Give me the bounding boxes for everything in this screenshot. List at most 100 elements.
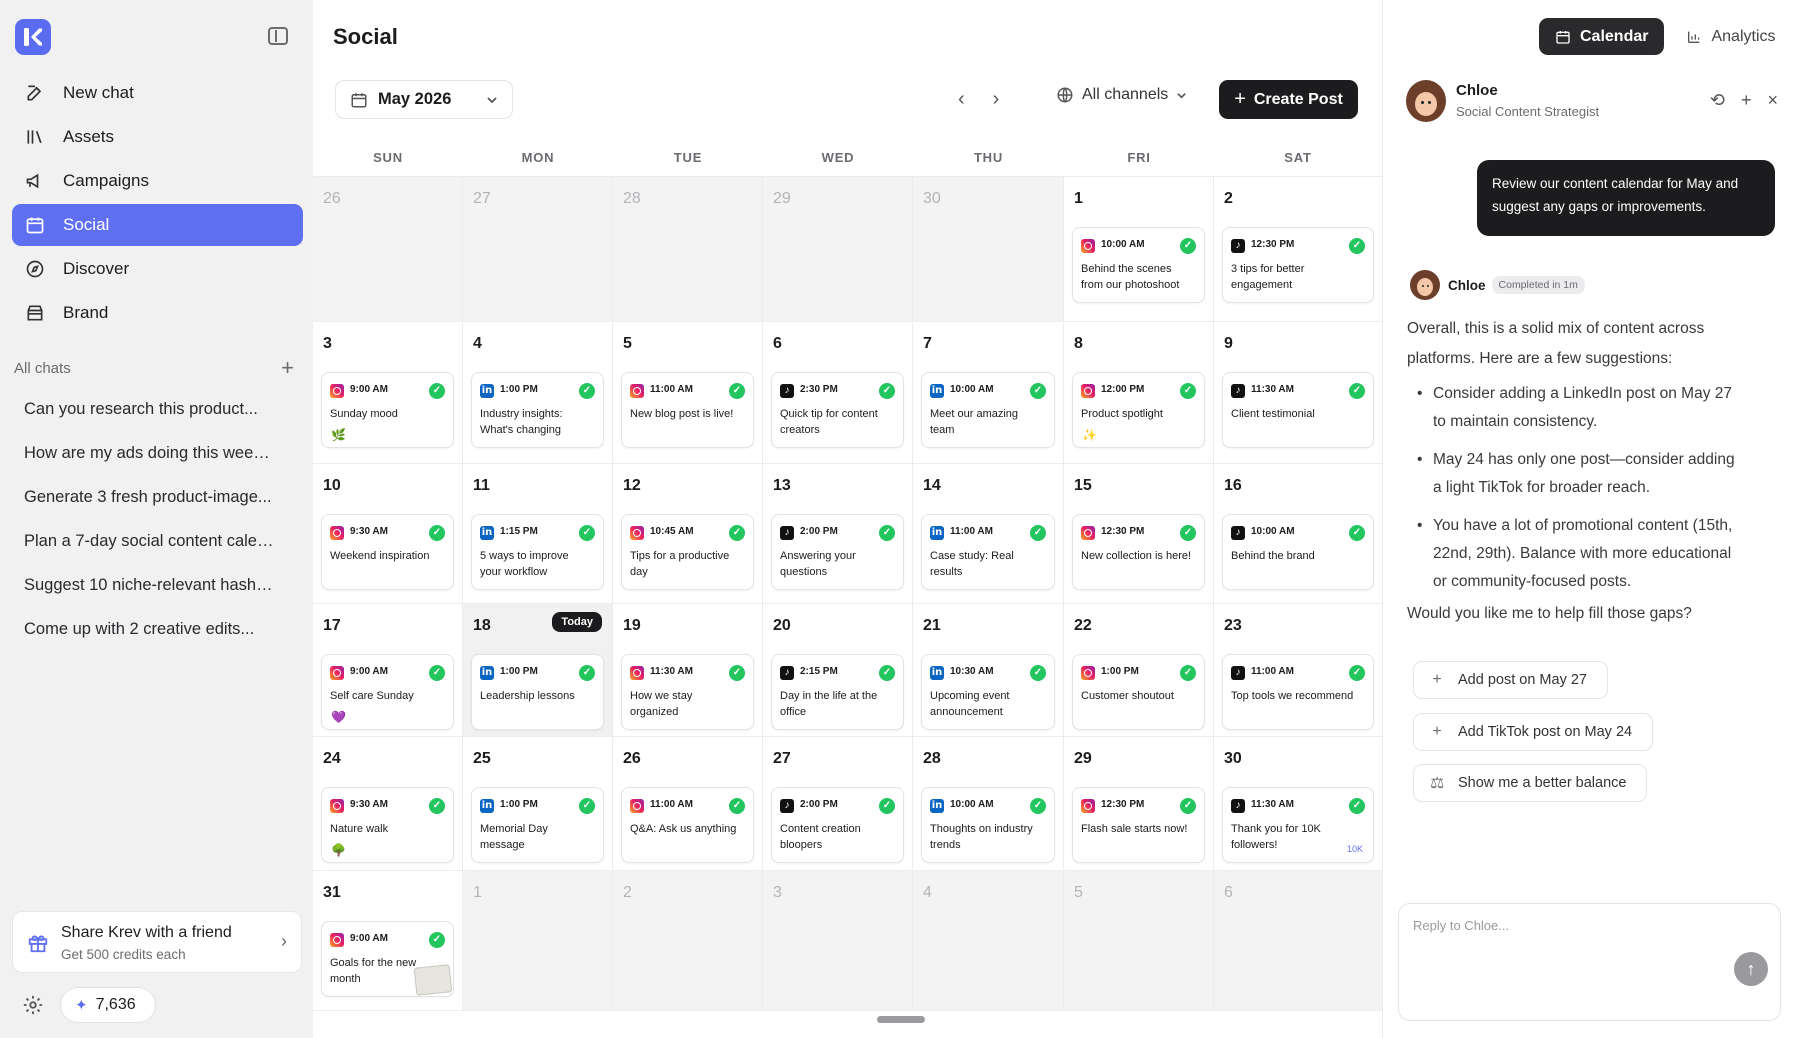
suggestion-better-balance[interactable]: ⚖ Show me a better balance [1413, 764, 1648, 802]
nav-item-discover[interactable]: Discover [12, 248, 303, 290]
calendar-day[interactable]: 29 [763, 177, 913, 321]
send-button[interactable]: ↑ [1734, 952, 1768, 986]
calendar-day[interactable]: 15 12:30 PM ✓ New collection is here! [1064, 464, 1214, 603]
reply-input[interactable] [1413, 918, 1713, 933]
post-card[interactable]: 9:00 AM ✓ Goals for the new month [321, 921, 454, 997]
post-card[interactable]: ♪ 2:15 PM ✓ Day in the life at the office [771, 654, 904, 730]
post-card[interactable]: 12:30 PM ✓ Flash sale starts now! [1072, 787, 1205, 863]
create-post-button[interactable]: + Create Post [1219, 80, 1358, 119]
calendar-day[interactable]: 22 1:00 PM ✓ Customer shoutout [1064, 604, 1214, 736]
nav-item-social[interactable]: Social [12, 204, 303, 246]
calendar-day[interactable]: 30 [913, 177, 1064, 321]
calendar-day[interactable]: 19 11:30 AM ✓ How we stay organized [613, 604, 763, 736]
post-card[interactable]: 11:30 AM ✓ How we stay organized [621, 654, 754, 730]
calendar-day-today[interactable]: 18 Today in 1:00 PM ✓ Leadership lessons [463, 604, 613, 736]
post-card[interactable]: ♪ 2:00 PM ✓ Answering your questions [771, 514, 904, 590]
post-card[interactable]: in 1:00 PM ✓ Leadership lessons [471, 654, 604, 730]
post-card[interactable]: ♪ 10:00 AM ✓ Behind the brand [1222, 514, 1374, 590]
post-card[interactable]: in 1:00 PM ✓ Memorial Day message [471, 787, 604, 863]
calendar-day[interactable]: 5 [1064, 871, 1214, 1010]
calendar-day[interactable]: 13 ♪ 2:00 PM ✓ Answering your questions [763, 464, 913, 603]
add-chat-icon[interactable]: + [281, 357, 294, 379]
nav-item-campaigns[interactable]: Campaigns [12, 160, 303, 202]
calendar-day[interactable]: 6 [1214, 871, 1382, 1010]
suggestion-add-tiktok-may-24[interactable]: + Add TikTok post on May 24 [1413, 713, 1654, 751]
post-card[interactable]: in 10:00 AM ✓ Thoughts on industry trends [921, 787, 1055, 863]
calendar-day[interactable]: 30 ♪ 11:30 AM ✓ Thank you for 10K followers!… [1214, 737, 1382, 870]
calendar-day[interactable]: 27 ♪ 2:00 PM ✓ Content creation bloopers [763, 737, 913, 870]
calendar-day[interactable]: 11 in 1:15 PM ✓ 5 ways to improve your workf… [463, 464, 613, 603]
calendar-day[interactable]: 3 9:00 AM ✓ Sunday mood 🌿 [313, 322, 463, 463]
credits-badge[interactable]: ✦ 7,636 [60, 987, 156, 1023]
calendar-day[interactable]: 29 12:30 PM ✓ Flash sale starts now! [1064, 737, 1214, 870]
nav-item-brand[interactable]: Brand [12, 292, 303, 334]
calendar-day[interactable]: 20 ♪ 2:15 PM ✓ Day in the life at the office [763, 604, 913, 736]
calendar-day[interactable]: 24 9:30 AM ✓ Nature walk 🌳 [313, 737, 463, 870]
next-month-icon[interactable]: › [993, 88, 1000, 111]
post-card[interactable]: 10:00 AM ✓ Behind the scenes from our phot… [1072, 227, 1205, 303]
post-card[interactable]: in 10:30 AM ✓ Upcoming event announcement [921, 654, 1055, 730]
channels-filter[interactable]: All channels [1056, 86, 1187, 104]
post-card[interactable]: 12:30 PM ✓ New collection is here! [1072, 514, 1205, 590]
chat-item[interactable]: Can you research this product... [24, 394, 274, 438]
gear-icon[interactable] [22, 994, 44, 1016]
prev-month-icon[interactable]: ‹ [958, 88, 965, 111]
post-card[interactable]: in 10:00 AM ✓ Meet our amazing team [921, 372, 1055, 448]
calendar-day[interactable]: 5 11:00 AM ✓ New blog post is live! [613, 322, 763, 463]
new-thread-icon[interactable]: + [1741, 90, 1752, 111]
calendar-day[interactable]: 2 [613, 871, 763, 1010]
post-card[interactable]: ♪ 2:00 PM ✓ Content creation bloopers [771, 787, 904, 863]
month-picker[interactable]: May 2026 [335, 80, 513, 119]
history-icon[interactable]: ⟲ [1710, 90, 1725, 111]
chat-item[interactable]: Plan a 7-day social content calendar... [24, 526, 274, 570]
calendar-day[interactable]: 2 ♪ 12:30 PM ✓ 3 tips for better engagement [1214, 177, 1382, 321]
calendar-day[interactable]: 17 9:00 AM ✓ Self care Sunday 💜 [313, 604, 463, 736]
calendar-day[interactable]: 16 ♪ 10:00 AM ✓ Behind the brand [1214, 464, 1382, 603]
calendar-day[interactable]: 14 in 11:00 AM ✓ Case study: Real results [913, 464, 1064, 603]
calendar-day[interactable]: 25 in 1:00 PM ✓ Memorial Day message [463, 737, 613, 870]
krev-logo[interactable] [15, 19, 51, 55]
chat-item[interactable]: Suggest 10 niche-relevant hashtags... [24, 570, 274, 614]
post-card[interactable]: 9:00 AM ✓ Self care Sunday 💜 [321, 654, 454, 730]
calendar-day[interactable]: 23 ♪ 11:00 AM ✓ Top tools we recommend [1214, 604, 1382, 736]
tab-analytics[interactable]: Analytics [1670, 18, 1791, 55]
post-card[interactable]: 11:00 AM ✓ Q&A: Ask us anything [621, 787, 754, 863]
calendar-day[interactable]: 31 9:00 AM ✓ Goals for the new month [313, 871, 463, 1010]
sidebar-toggle-icon[interactable] [268, 27, 288, 45]
calendar-day[interactable]: 27 [463, 177, 613, 321]
post-card[interactable]: 10:45 AM ✓ Tips for a productive day [621, 514, 754, 590]
post-card[interactable]: ♪ 12:30 PM ✓ 3 tips for better engagement [1222, 227, 1374, 303]
post-card[interactable]: 9:00 AM ✓ Sunday mood 🌿 [321, 372, 454, 448]
calendar-day[interactable]: 12 10:45 AM ✓ Tips for a productive day [613, 464, 763, 603]
calendar-day[interactable]: 8 12:00 PM ✓ Product spotlight ✨ [1064, 322, 1214, 463]
post-card[interactable]: in 1:00 PM ✓ Industry insights: What's chan… [471, 372, 604, 448]
post-card[interactable]: in 1:15 PM ✓ 5 ways to improve your workflo… [471, 514, 604, 590]
share-card[interactable]: Share Krev with a friend Get 500 credits… [12, 911, 302, 973]
chat-item[interactable]: Generate 3 fresh product-image... [24, 482, 274, 526]
chat-item[interactable]: Come up with 2 creative edits... [24, 614, 274, 658]
post-card[interactable]: 9:30 AM ✓ Weekend inspiration [321, 514, 454, 590]
tab-calendar[interactable]: Calendar [1539, 18, 1665, 55]
post-card[interactable]: 9:30 AM ✓ Nature walk 🌳 [321, 787, 454, 863]
chat-item[interactable]: How are my ads doing this week... [24, 438, 274, 482]
calendar-day[interactable]: 10 9:30 AM ✓ Weekend inspiration [313, 464, 463, 603]
calendar-day[interactable]: 21 in 10:30 AM ✓ Upcoming event announcement [913, 604, 1064, 736]
calendar-day[interactable]: 7 in 10:00 AM ✓ Meet our amazing team [913, 322, 1064, 463]
post-card[interactable]: ♪ 11:00 AM ✓ Top tools we recommend [1222, 654, 1374, 730]
post-card[interactable]: 12:00 PM ✓ Product spotlight ✨ [1072, 372, 1205, 448]
post-card[interactable]: ♪ 11:30 AM ✓ Thank you for 10K followers! 10… [1222, 787, 1374, 863]
calendar-day[interactable]: 26 [313, 177, 463, 321]
suggestion-add-post-may-27[interactable]: + Add post on May 27 [1413, 661, 1608, 699]
post-card[interactable]: 1:00 PM ✓ Customer shoutout [1072, 654, 1205, 730]
calendar-day[interactable]: 4 [913, 871, 1064, 1010]
calendar-day[interactable]: 6 ♪ 2:30 PM ✓ Quick tip for content creators [763, 322, 913, 463]
nav-item-assets[interactable]: Assets [12, 116, 303, 158]
post-card[interactable]: in 11:00 AM ✓ Case study: Real results [921, 514, 1055, 590]
calendar-day[interactable]: 1 [463, 871, 613, 1010]
calendar-day[interactable]: 28 [613, 177, 763, 321]
calendar-day[interactable]: 9 ♪ 11:30 AM ✓ Client testimonial [1214, 322, 1382, 463]
close-icon[interactable]: × [1767, 90, 1778, 111]
calendar-day[interactable]: 4 in 1:00 PM ✓ Industry insights: What's cha… [463, 322, 613, 463]
post-card[interactable]: ♪ 2:30 PM ✓ Quick tip for content creators [771, 372, 904, 448]
calendar-day[interactable]: 26 11:00 AM ✓ Q&A: Ask us anything [613, 737, 763, 870]
